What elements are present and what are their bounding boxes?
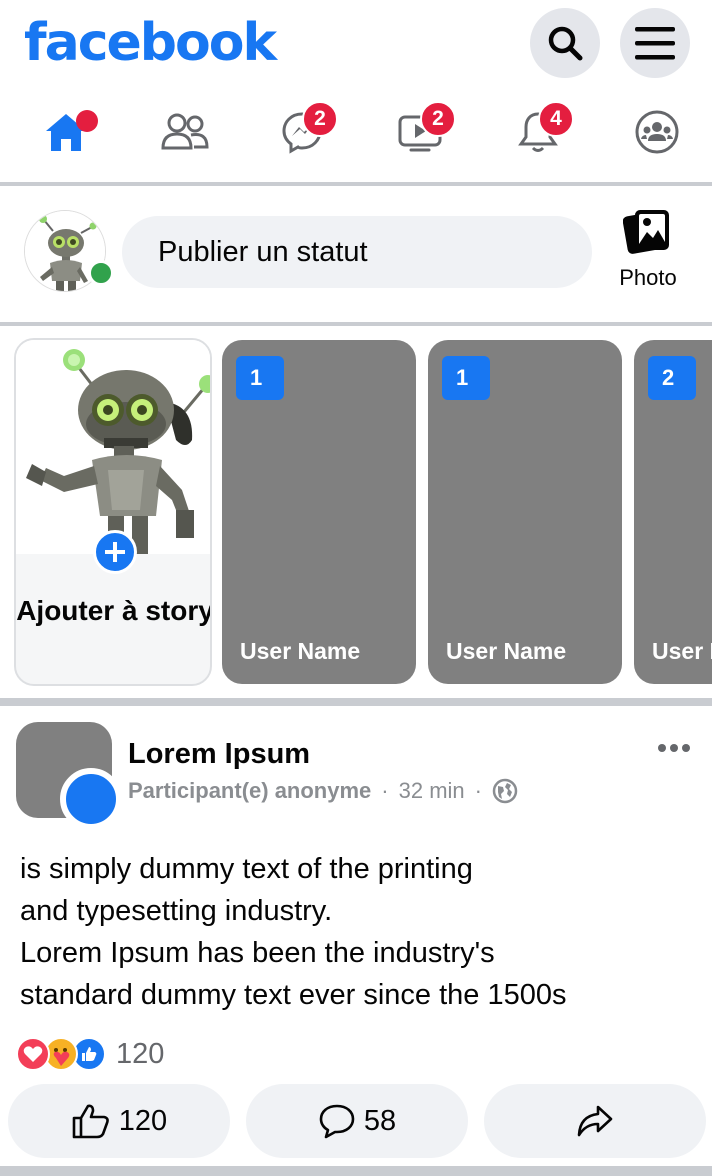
main-nav: 2 2 4	[0, 92, 712, 180]
watch-badge: 2	[420, 101, 456, 137]
more-dot	[670, 744, 678, 752]
facebook-logo[interactable]: facebook	[24, 10, 277, 76]
post-meta: Participant(e) anonyme · 32 min ·	[128, 778, 518, 804]
share-icon	[577, 1105, 613, 1137]
story-card[interactable]: 1 User Name	[428, 340, 622, 684]
photo-button[interactable]: Photo	[604, 208, 692, 298]
messenger-badge: 2	[302, 101, 338, 137]
search-button[interactable]	[530, 8, 600, 78]
nav-groups[interactable]	[609, 92, 705, 172]
create-story-card[interactable]: Ajouter à story	[14, 338, 212, 686]
story-count-badge: 2	[648, 356, 696, 400]
story-user-name: User Name	[446, 638, 567, 664]
nav-notifications[interactable]: 4	[490, 92, 586, 172]
status-composer: Publier un statut Photo	[0, 188, 712, 322]
post-audience: Participant(e) anonyme	[128, 778, 372, 803]
divider	[0, 182, 712, 186]
photo-label: Photo	[619, 265, 677, 290]
post-options-button[interactable]	[658, 744, 690, 752]
author-avatar-badge	[60, 768, 122, 830]
top-bar: facebook	[0, 0, 712, 86]
add-story-plus-icon	[93, 530, 137, 574]
friends-icon	[161, 113, 209, 150]
divider	[0, 322, 712, 326]
more-dot	[658, 744, 666, 752]
stories-tray: Ajouter à story 1 User Name 1 User Name …	[0, 330, 712, 698]
post-text: is simply dummy text of the printing and…	[20, 853, 567, 1011]
like-count: 120	[118, 1104, 168, 1137]
comment-count: 58	[363, 1104, 397, 1137]
more-dot	[682, 744, 690, 752]
status-input[interactable]: Publier un statut	[122, 216, 592, 288]
menu-button[interactable]	[620, 8, 690, 78]
story-card[interactable]: 1 User Name	[222, 340, 416, 684]
story-card[interactable]: 2 User Name	[634, 340, 712, 684]
story-user-name: User Name	[652, 638, 712, 664]
nav-messenger[interactable]: 2	[254, 92, 350, 172]
search-icon	[548, 26, 583, 61]
photo-icon	[622, 210, 669, 254]
groups-icon	[635, 110, 679, 154]
nav-friends[interactable]	[137, 92, 233, 172]
online-status-dot	[88, 260, 114, 286]
comment-icon	[319, 1104, 355, 1139]
meta-separator: ·	[474, 778, 482, 803]
reaction-count: 120	[116, 1037, 165, 1070]
comment-button[interactable]: 58	[246, 1084, 468, 1158]
post-author-name[interactable]: Lorem Ipsum	[128, 738, 310, 771]
thumbs-up-icon	[72, 1104, 109, 1139]
create-story-label: Ajouter à story	[16, 595, 212, 626]
post-actions: 120 58	[0, 1084, 712, 1160]
story-count-badge: 1	[442, 356, 490, 400]
post-time[interactable]: 32 min	[399, 778, 465, 804]
menu-icon	[635, 27, 675, 60]
reactions-summary[interactable]: 120	[16, 1036, 164, 1072]
feed-post: Lorem Ipsum Participant(e) anonyme · 32 …	[0, 708, 712, 1168]
meta-separator: ·	[381, 778, 389, 803]
home-notification-dot	[76, 110, 98, 132]
story-count-badge: 1	[236, 356, 284, 400]
nav-home[interactable]	[18, 92, 114, 172]
nav-watch[interactable]: 2	[372, 92, 468, 172]
share-button[interactable]	[484, 1084, 706, 1158]
like-button[interactable]: 120	[8, 1084, 230, 1158]
create-story-image	[16, 340, 210, 554]
love-reaction-icon	[16, 1037, 50, 1071]
globe-icon	[492, 778, 518, 804]
profile-avatar[interactable]	[24, 210, 114, 294]
notifications-badge: 4	[538, 101, 574, 137]
divider	[0, 1166, 712, 1176]
story-user-name: User Name	[240, 638, 361, 664]
divider	[0, 698, 712, 706]
